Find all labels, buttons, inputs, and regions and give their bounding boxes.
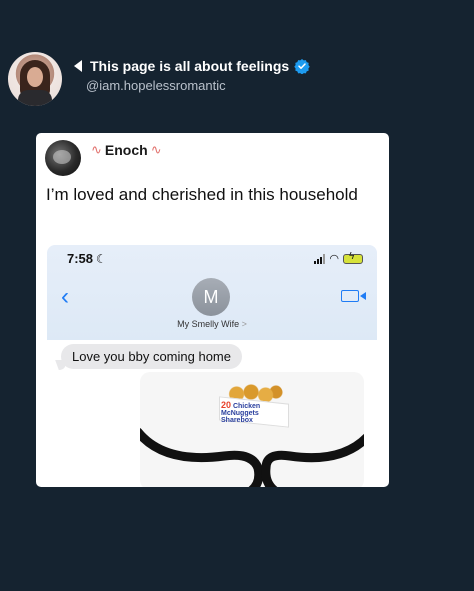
- contact-name[interactable]: My Smelly Wife >: [47, 319, 377, 329]
- message-bubble[interactable]: Love you bby coming home: [61, 344, 242, 369]
- play-triangle-icon: [74, 60, 82, 72]
- tweet-card[interactable]: ∿ Enoch ∿ I’m loved and cherished in thi…: [36, 133, 389, 487]
- moon-icon: ☾: [96, 251, 107, 266]
- profile-avatar[interactable]: [8, 52, 62, 106]
- tweet-text: I’m loved and cherished in this househol…: [46, 185, 358, 204]
- squiggle-left-icon: ∿: [91, 142, 102, 157]
- contact-avatar[interactable]: M: [192, 278, 230, 316]
- battery-charging-icon: [343, 251, 363, 264]
- status-bar: 7:58 ☾ ◠: [47, 245, 377, 267]
- verified-badge-icon: [294, 59, 310, 74]
- image-attachment[interactable]: 20 Chicken McNuggets Sharebox: [140, 372, 364, 487]
- account-handle[interactable]: @iam.hopelessromantic: [86, 78, 310, 93]
- drawn-mustache-shape: [140, 427, 364, 487]
- tweet-author[interactable]: ∿ Enoch ∿: [91, 142, 162, 158]
- video-call-icon[interactable]: [341, 290, 366, 302]
- imessage-screenshot: 7:58 ☾ ◠ ‹ M My Smelly Wife > Love y: [47, 245, 377, 487]
- nugget-box-image: 20 Chicken McNuggets Sharebox: [219, 382, 289, 428]
- wifi-icon: ◠: [329, 253, 339, 265]
- squiggle-right-icon: ∿: [150, 142, 162, 157]
- status-time: 7:58 ☾: [67, 251, 107, 266]
- signal-icon: [314, 253, 326, 264]
- chevron-right-icon: >: [241, 319, 247, 329]
- tweet-author-name: Enoch: [104, 142, 148, 158]
- post-header: This page is all about feelings @iam.hop…: [8, 52, 310, 106]
- page-title[interactable]: This page is all about feelings: [90, 58, 289, 74]
- back-chevron-icon[interactable]: ‹: [61, 285, 69, 309]
- tweet-author-avatar[interactable]: [45, 140, 81, 176]
- conversation-header: 7:58 ☾ ◠ ‹ M My Smelly Wife >: [47, 245, 377, 340]
